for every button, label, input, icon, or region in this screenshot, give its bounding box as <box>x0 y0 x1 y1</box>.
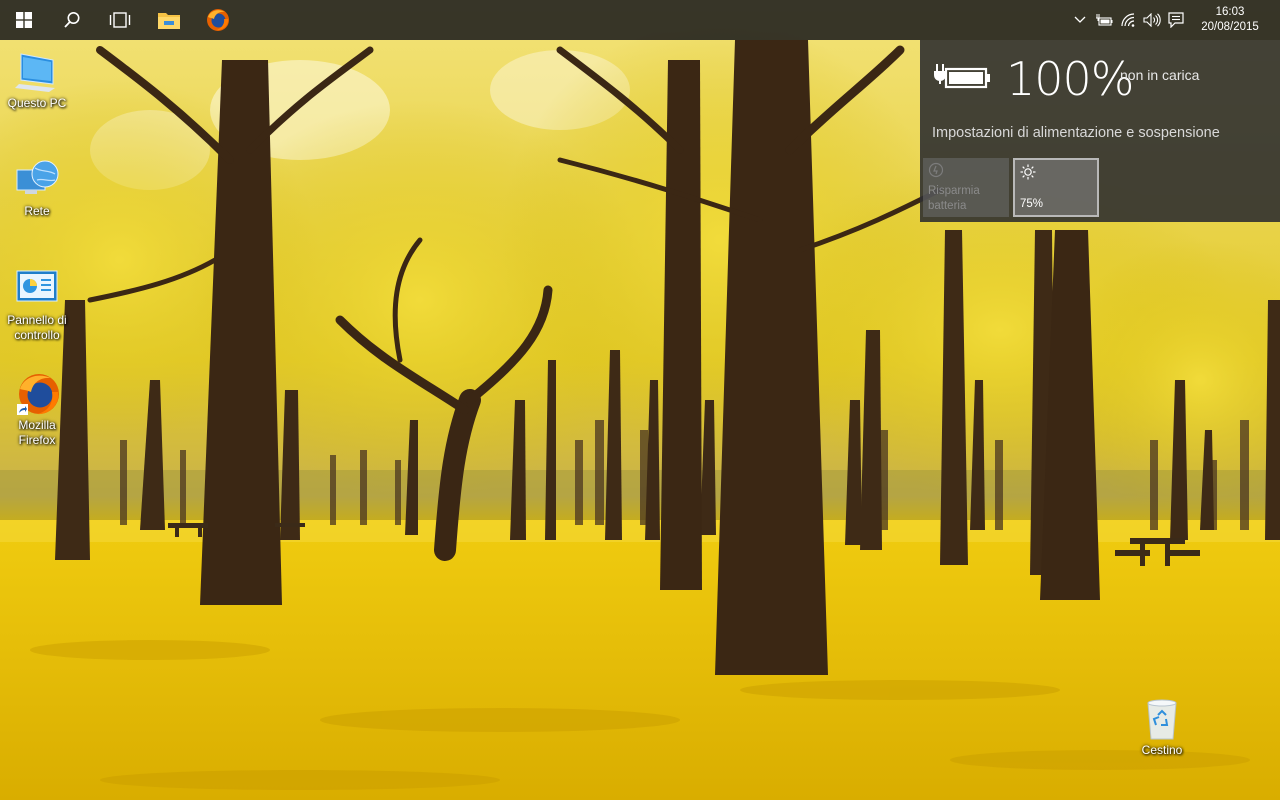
taskbar-clock[interactable]: 16:03 20/08/2015 <box>1192 0 1268 40</box>
show-hidden-icons-button[interactable] <box>1068 0 1092 40</box>
desktop-icon-label-line2: Firefox <box>18 433 56 447</box>
firefox-icon <box>207 9 229 31</box>
battery-plugged-icon <box>934 64 990 89</box>
brightness-icon <box>1020 164 1036 180</box>
taskbar-file-explorer[interactable] <box>145 0 193 40</box>
battery-icon <box>1096 14 1113 26</box>
start-button[interactable] <box>0 0 48 40</box>
wifi-icon <box>1121 13 1135 27</box>
battery-flyout: 100% non in carica Impostazioni di alime… <box>920 40 1280 222</box>
desktop-icon-label: Questo PC <box>7 96 67 110</box>
this-pc-icon <box>15 53 55 92</box>
taskbar: 16:03 20/08/2015 <box>0 0 1280 40</box>
recycle-bin-icon <box>1147 699 1177 740</box>
battery-status: non in carica <box>1120 67 1200 83</box>
battery-saver-icon <box>928 162 944 178</box>
brightness-tile[interactable]: 75% <box>1013 158 1099 217</box>
action-center-button[interactable] <box>1164 0 1188 40</box>
desktop-icon-control-panel[interactable]: Pannello di controllo <box>0 267 74 343</box>
desktop-icon-label-line2: controllo <box>14 328 60 342</box>
desktop-icon-this-pc[interactable]: Questo PC <box>0 50 74 111</box>
desktop-icon-label-line1: Mozilla <box>18 418 56 432</box>
file-explorer-icon <box>158 13 180 29</box>
battery-saver-tile[interactable]: Risparmia batteria <box>923 158 1009 217</box>
volume-icon <box>1143 13 1161 27</box>
desktop-icon-firefox[interactable]: Mozilla Firefox <box>0 372 74 448</box>
desktop-icon-network[interactable]: Rete <box>0 158 74 219</box>
action-center-icon <box>1168 12 1184 28</box>
clock-date: 20/08/2015 <box>1201 21 1259 33</box>
taskbar-firefox[interactable] <box>194 0 242 40</box>
battery-saver-label-line1: Risparmia <box>928 185 980 197</box>
battery-saver-label: Risparmia batteria <box>928 184 980 214</box>
power-settings-link[interactable]: Impostazioni di alimentazione e sospensi… <box>932 125 1220 141</box>
tray-battery-button[interactable] <box>1092 0 1116 40</box>
tray-volume-button[interactable] <box>1140 0 1164 40</box>
task-view-icon <box>109 12 131 28</box>
desktop-icon-label: Rete <box>24 204 50 218</box>
windows-start-icon <box>16 12 32 28</box>
battery-percent: 100% <box>1006 52 1135 106</box>
clock-time: 16:03 <box>1215 6 1245 18</box>
firefox-shortcut-icon <box>17 374 59 415</box>
tray-network-button[interactable] <box>1116 0 1140 40</box>
chevron-up-icon <box>1074 16 1086 23</box>
network-icon <box>16 160 59 194</box>
search-icon <box>64 12 80 28</box>
desktop-icon-label-line1: Pannello di <box>7 313 67 327</box>
brightness-label: 75% <box>1020 198 1044 210</box>
system-tray: 16:03 20/08/2015 <box>1068 0 1280 40</box>
desktop-icon-recycle-bin[interactable]: Cestino <box>1125 697 1199 758</box>
search-button[interactable] <box>48 0 96 40</box>
desktop-icon-label: Cestino <box>1141 743 1183 757</box>
battery-saver-label-line2: batteria <box>928 200 967 212</box>
control-panel-icon <box>16 270 58 302</box>
task-view-button[interactable] <box>96 0 144 40</box>
